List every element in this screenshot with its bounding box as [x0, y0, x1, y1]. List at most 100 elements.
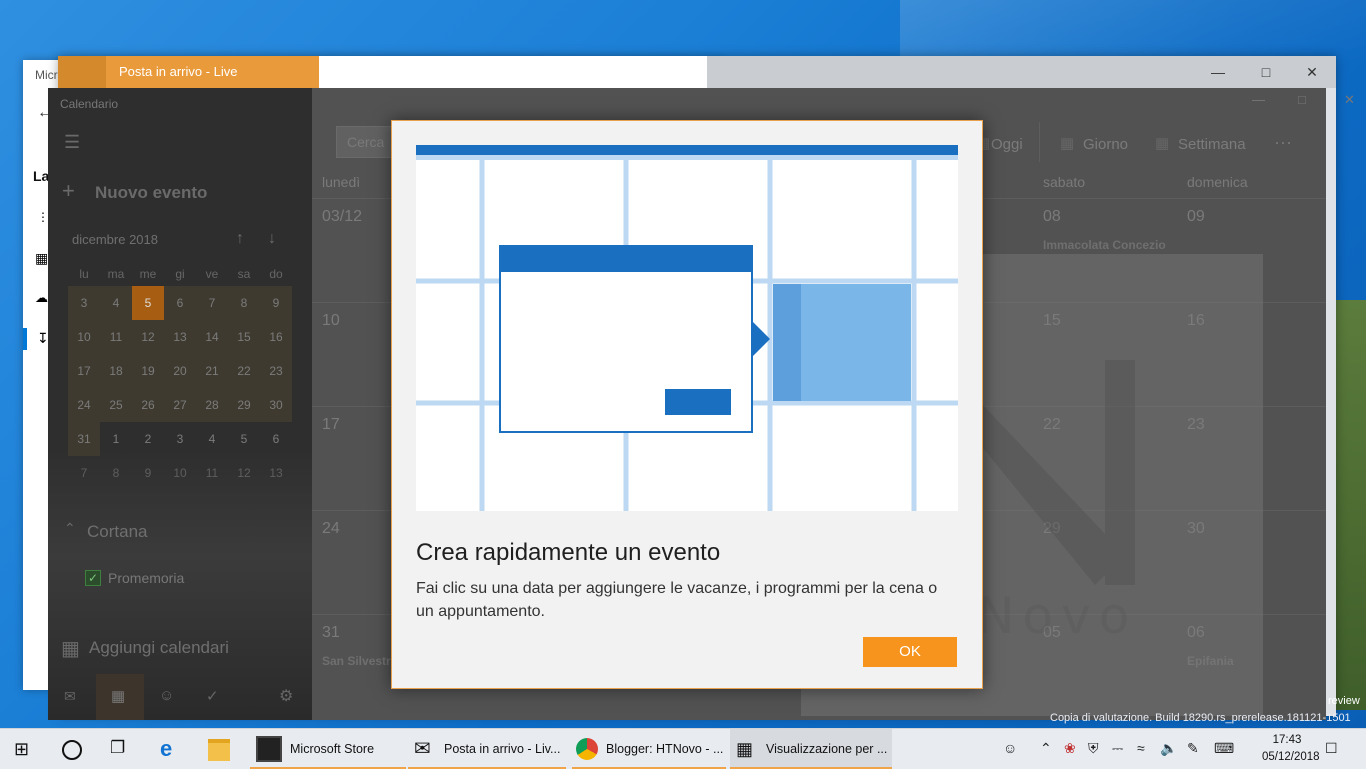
mini-calendar-day[interactable]: 25 [100, 388, 132, 422]
mini-calendar-day[interactable]: 10 [164, 456, 196, 490]
previous-month-arrow-icon[interactable]: ↑ [236, 230, 244, 248]
store-grid-icon[interactable]: ▦ [35, 250, 48, 267]
week-view-button[interactable]: Settimana [1178, 136, 1246, 153]
mini-calendar-day[interactable]: 3 [68, 286, 100, 320]
monday-date-cell[interactable]: 10 [322, 312, 340, 330]
new-event-button[interactable]: Nuovo evento [95, 183, 207, 203]
hamburger-menu-icon[interactable]: ☰ [64, 132, 80, 153]
mini-calendar-day[interactable]: 16 [260, 320, 292, 354]
tray-app-icon[interactable]: ❀ [1064, 740, 1076, 757]
mini-calendar-day[interactable]: 12 [132, 320, 164, 354]
mini-calendar-day[interactable]: 12 [228, 456, 260, 490]
task-view-icon[interactable]: ❐ [110, 738, 125, 758]
show-hidden-icons-chevron-icon[interactable]: ⌃ [1040, 740, 1052, 757]
mini-calendar-day[interactable]: 2 [132, 422, 164, 456]
mini-calendar-day[interactable]: 28 [196, 388, 228, 422]
monday-date-cell[interactable]: 03/12 [322, 208, 362, 226]
store-cloud-icon[interactable]: ☁ [35, 290, 48, 306]
mini-calendar-day[interactable]: 24 [68, 388, 100, 422]
mini-calendar-day[interactable]: 1 [100, 422, 132, 456]
mail-nav-icon[interactable]: ✉ [64, 688, 76, 705]
cortana-section[interactable]: Cortana [87, 522, 147, 542]
mini-calendar-day[interactable]: 14 [196, 320, 228, 354]
mini-calendar-day[interactable]: 6 [164, 286, 196, 320]
mini-calendar-day[interactable]: 5 [228, 422, 260, 456]
search-circle-icon[interactable] [62, 740, 82, 760]
mini-calendar-day[interactable]: 8 [100, 456, 132, 490]
taskbar-app-store[interactable]: Microsoft Store [250, 729, 406, 769]
mini-calendar-day[interactable]: 4 [100, 286, 132, 320]
mini-calendar-day[interactable]: 8 [228, 286, 260, 320]
mini-calendar-day[interactable]: 10 [68, 320, 100, 354]
file-explorer-icon[interactable] [208, 739, 230, 761]
people-icon[interactable]: ☺ [1003, 740, 1017, 756]
mini-calendar-day[interactable]: 15 [228, 320, 260, 354]
power-plug-icon[interactable]: ⎓ [1112, 740, 1123, 757]
mini-calendar-day[interactable]: 21 [196, 354, 228, 388]
mini-calendar-day[interactable]: 9 [260, 286, 292, 320]
mail-maximize-button[interactable]: □ [1246, 60, 1286, 84]
minimize-button[interactable]: — [1252, 92, 1265, 107]
security-shield-icon[interactable]: ⛨ [1088, 740, 1099, 757]
today-button[interactable]: Oggi [991, 136, 1023, 153]
saturday-date-cell[interactable]: 08 [1043, 208, 1061, 226]
mini-calendar-day[interactable]: 30 [260, 388, 292, 422]
mini-calendar-day[interactable]: 6 [260, 422, 292, 456]
monday-date-cell[interactable]: 17 [322, 416, 340, 434]
more-options-button[interactable]: ··· [1274, 132, 1292, 153]
taskbar-clock[interactable]: 17:43 05/12/2018 [1262, 732, 1320, 766]
mini-calendar-day[interactable]: 31 [68, 422, 100, 456]
new-event-plus-icon[interactable]: + [62, 178, 75, 204]
add-calendars-icon[interactable]: ▦ [61, 636, 80, 661]
people-nav-icon[interactable]: ☺ [159, 687, 174, 704]
add-calendars-button[interactable]: Aggiungi calendari [89, 638, 229, 658]
mini-calendar-day[interactable]: 4 [196, 422, 228, 456]
mini-calendar-day[interactable]: 11 [196, 456, 228, 490]
mini-calendar-day[interactable]: 7 [196, 286, 228, 320]
mini-calendar-day[interactable]: 26 [132, 388, 164, 422]
taskbar-app-chrome[interactable]: Blogger: HTNovo - ... [572, 729, 726, 769]
calendar-nav-icon[interactable]: ▦ [111, 687, 125, 705]
taskbar-app-mail[interactable]: ✉ Posta in arrivo - Liv... [408, 729, 566, 769]
pen-workspace-icon[interactable]: ✎ [1187, 740, 1199, 757]
mini-calendar-day[interactable]: 29 [228, 388, 260, 422]
edge-browser-icon[interactable]: e [160, 736, 172, 762]
mail-minimize-button[interactable]: — [1198, 60, 1238, 84]
mini-calendar-day[interactable]: 7 [68, 456, 100, 490]
action-center-icon[interactable]: ☐ [1325, 740, 1338, 757]
mail-close-button[interactable]: ✕ [1292, 60, 1332, 84]
sunday-date-cell[interactable]: 09 [1187, 208, 1205, 226]
week-view-icon[interactable]: ▦ [1155, 134, 1169, 152]
mini-calendar-day[interactable]: 13 [260, 456, 292, 490]
volume-icon[interactable]: 🔈 [1160, 740, 1177, 757]
mini-calendar-day[interactable]: 18 [100, 354, 132, 388]
day-view-button[interactable]: Giorno [1083, 136, 1128, 153]
close-button[interactable]: ✕ [1344, 92, 1355, 108]
monday-date-cell[interactable]: 31 [322, 624, 340, 642]
mini-calendar-day[interactable]: 27 [164, 388, 196, 422]
keyboard-icon[interactable]: ⌨ [1214, 740, 1234, 757]
store-download-icon[interactable]: ↧ [37, 330, 49, 347]
todo-nav-icon[interactable]: ✓ [206, 687, 219, 705]
mini-calendar-day[interactable]: 13 [164, 320, 196, 354]
maximize-button[interactable]: □ [1298, 92, 1306, 107]
start-button-windows-icon[interactable]: ⊞ [14, 739, 29, 760]
mini-calendar-day[interactable]: 9 [132, 456, 164, 490]
promemoria-checkbox[interactable]: ✓ [85, 570, 101, 586]
monday-date-cell[interactable]: 24 [322, 520, 340, 538]
wifi-icon[interactable]: ≈ [1137, 740, 1145, 756]
mini-calendar-day[interactable]: 3 [164, 422, 196, 456]
mini-calendar-day[interactable]: 23 [260, 354, 292, 388]
ok-button[interactable]: OK [863, 637, 957, 667]
next-month-arrow-icon[interactable]: ↓ [268, 230, 276, 248]
taskbar-app-calendar[interactable]: ▦ Visualizzazione per ... [730, 729, 892, 769]
mini-calendar-day[interactable]: 5 [132, 286, 164, 320]
mini-calendar-day[interactable]: 22 [228, 354, 260, 388]
mini-calendar-day[interactable]: 17 [68, 354, 100, 388]
mini-calendar-day[interactable]: 11 [100, 320, 132, 354]
settings-gear-icon[interactable]: ⚙ [279, 686, 293, 706]
day-view-icon[interactable]: ▦ [1060, 134, 1074, 152]
mini-calendar-day[interactable]: 19 [132, 354, 164, 388]
cortana-chevron-icon[interactable]: ⌃ [64, 520, 76, 537]
mini-calendar-day[interactable]: 20 [164, 354, 196, 388]
